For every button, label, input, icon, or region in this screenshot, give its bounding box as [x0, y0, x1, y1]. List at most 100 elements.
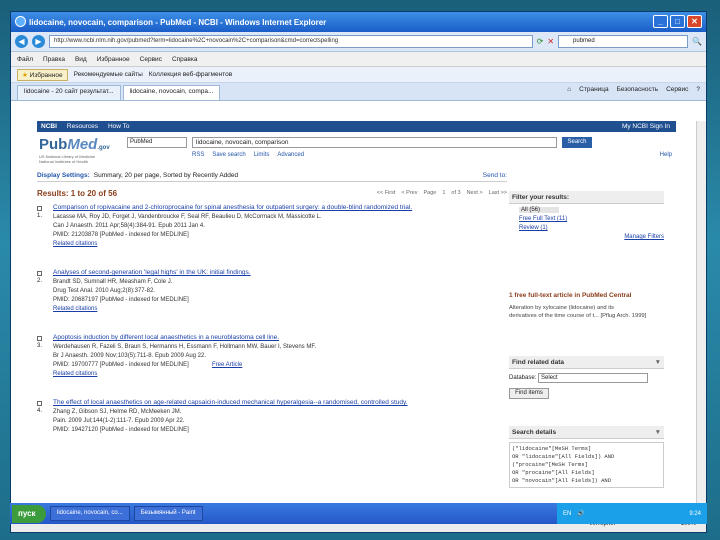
- page-number-input[interactable]: 1: [442, 190, 445, 196]
- result-title[interactable]: Apoptosis induction by different local a…: [53, 334, 279, 341]
- limits-link[interactable]: Limits: [254, 152, 270, 158]
- results-list: 1. Comparison of ropivacaine and 2-chlor…: [37, 204, 676, 464]
- collapse-icon[interactable]: ▼: [655, 356, 661, 369]
- result-item: 3. Apoptosis induction by different loca…: [37, 334, 507, 399]
- refresh-icon[interactable]: ⟳: [537, 37, 544, 46]
- fav-link-slices[interactable]: Коллекция веб-фрагментов: [149, 71, 232, 78]
- results-header: Results: 1 to 20 of 56 << First < Prev P…: [37, 182, 507, 204]
- display-settings-link[interactable]: Display Settings:: [37, 172, 90, 179]
- rss-link[interactable]: RSS: [192, 152, 204, 158]
- result-authors: Brandt SD, Sumnall HR, Measham F, Cole J…: [53, 279, 173, 285]
- result-title[interactable]: Analyses of second-generation 'legal hig…: [53, 269, 251, 276]
- related-citations-link[interactable]: Related citations: [53, 306, 97, 312]
- result-authors: Zhang Z, Gibson SJ, Helme RD, McMeeken J…: [53, 409, 182, 415]
- favorites-button[interactable]: ★ Избранное: [17, 68, 68, 81]
- window-title: lidocaine, novocain, comparison - PubMed…: [29, 17, 327, 27]
- ie-search-input[interactable]: pubmed: [558, 35, 689, 48]
- next-page-link[interactable]: Next >: [467, 190, 483, 196]
- close-button[interactable]: ✕: [687, 15, 702, 28]
- search-details-text[interactable]: ("lidocaine"[MeSH Terms] OR "lidocaine"[…: [509, 442, 664, 488]
- menu-favorites[interactable]: Избранное: [97, 56, 130, 63]
- page-label: Page: [423, 190, 437, 196]
- result-item: 4. The effect of local anaesthetics on a…: [37, 399, 507, 464]
- result-authors: Lacasse MA, Roy JD, Forget J, Vandenbrou…: [53, 214, 322, 220]
- title-bar: lidocaine, novocain, comparison - PubMed…: [11, 12, 706, 32]
- page-content: NCBI Resources How To My NCBI Sign In Pu…: [11, 121, 696, 514]
- search-button[interactable]: Search: [562, 137, 592, 148]
- last-page-link[interactable]: Last >>: [489, 190, 507, 196]
- filter-all[interactable]: All (56): [519, 207, 559, 213]
- minimize-button[interactable]: _: [653, 15, 668, 28]
- howto-menu[interactable]: How To: [108, 123, 130, 130]
- advanced-link[interactable]: Advanced: [277, 152, 304, 158]
- database-dropdown[interactable]: Select: [538, 373, 649, 383]
- result-pmid: PMID: 20687197 [PubMed - indexed for MED…: [53, 297, 189, 303]
- result-pmid: PMID: 19700777 [PubMed - indexed for MED…: [53, 362, 189, 368]
- fav-link-suggested[interactable]: Рекомендуемые сайты: [74, 71, 143, 78]
- tab-lidocaine[interactable]: lidocaine - 20 сайт результат...: [17, 85, 121, 100]
- taskbar: пуск lidocaine, novocain, co... Безымянн…: [10, 503, 707, 524]
- search-row: PubMed.gov US National Library of Medici…: [37, 132, 676, 168]
- send-to-link[interactable]: Send to:: [483, 172, 507, 179]
- tools-menu[interactable]: Сервис: [666, 86, 688, 93]
- taskbar-ie[interactable]: lidocaine, novocain, co...: [50, 506, 130, 521]
- manage-filters-link[interactable]: Manage Filters: [624, 234, 664, 240]
- tab-bar: lidocaine - 20 сайт результат... lidocai…: [11, 83, 706, 101]
- free-text-article[interactable]: Alteration by xylocaine (lidocaine) and …: [509, 304, 664, 320]
- result-journal: Br J Anaesth. 2009 Nov;103(5):711-8. Epu…: [53, 353, 206, 359]
- forward-button[interactable]: ▶: [32, 35, 45, 48]
- taskbar-paint[interactable]: Безымянный - Paint: [133, 506, 203, 521]
- filter-free-full-text[interactable]: Free Full Text (11): [519, 216, 654, 222]
- page-scrollbar[interactable]: [696, 121, 706, 514]
- help-icon[interactable]: ?: [696, 86, 700, 93]
- menu-edit[interactable]: Правка: [43, 56, 65, 63]
- result-checkbox[interactable]: [37, 271, 42, 276]
- display-settings: Display Settings: Summary, 20 per page, …: [37, 170, 507, 182]
- result-checkbox[interactable]: [37, 336, 42, 341]
- database-select[interactable]: PubMed: [127, 137, 187, 148]
- volume-icon[interactable]: 🔊: [577, 510, 584, 517]
- ncbi-logo[interactable]: NCBI: [41, 123, 57, 130]
- prev-page-link[interactable]: < Prev: [401, 190, 417, 196]
- safety-menu[interactable]: Безопасность: [617, 86, 658, 93]
- find-items-button[interactable]: Find items: [509, 388, 549, 399]
- pubmed-logo[interactable]: PubMed.gov: [39, 136, 110, 153]
- start-button[interactable]: пуск: [12, 504, 46, 523]
- menu-help[interactable]: Справка: [172, 56, 198, 63]
- tab-lidocaine-novocain[interactable]: lidocaine, novocain, compa...: [122, 85, 221, 100]
- page-menu[interactable]: Страница: [579, 86, 608, 93]
- search-term-input[interactable]: lidocaine, novocain, comparison: [192, 137, 557, 148]
- free-article-link[interactable]: Free Article: [212, 362, 242, 368]
- save-search-link[interactable]: Save search: [212, 152, 245, 158]
- related-citations-link[interactable]: Related citations: [53, 371, 97, 377]
- result-item: 1. Comparison of ropivacaine and 2-chlor…: [37, 204, 507, 269]
- result-checkbox[interactable]: [37, 206, 42, 211]
- result-title[interactable]: The effect of local anaesthetics on age-…: [53, 399, 408, 406]
- stop-icon[interactable]: ✕: [547, 37, 554, 46]
- resources-menu[interactable]: Resources: [67, 123, 98, 130]
- search-icon[interactable]: 🔍: [692, 37, 702, 46]
- result-pmid: PMID: 21203878 [PubMed - indexed for MED…: [53, 232, 189, 238]
- menu-tools[interactable]: Сервис: [140, 56, 162, 63]
- collapse-icon[interactable]: ▼: [655, 426, 661, 439]
- first-page-link[interactable]: << First: [377, 190, 396, 196]
- maximize-button[interactable]: □: [670, 15, 685, 28]
- free-text-box: 1 free full-text article in PubMed Centr…: [509, 291, 664, 320]
- home-icon[interactable]: ⌂: [567, 86, 571, 93]
- result-authors: Werdehausen R, Fazeli S, Braun S, Herman…: [53, 344, 316, 350]
- menu-view[interactable]: Вид: [75, 56, 87, 63]
- back-button[interactable]: ◀: [15, 35, 28, 48]
- filter-title: Filter your results:: [509, 191, 664, 204]
- address-input[interactable]: http://www.ncbi.nlm.nih.gov/pubmed?term=…: [49, 35, 533, 48]
- result-title[interactable]: Comparison of ropivacaine and 2-chloropr…: [53, 204, 412, 211]
- signin-link[interactable]: My NCBI Sign In: [622, 123, 670, 130]
- favorites-bar: ★ Избранное Рекомендуемые сайты Коллекци…: [11, 67, 706, 83]
- result-checkbox[interactable]: [37, 401, 42, 406]
- database-label: Database:: [509, 375, 537, 381]
- language-indicator[interactable]: EN: [563, 511, 571, 517]
- menu-file[interactable]: Файл: [17, 56, 33, 63]
- help-link[interactable]: Help: [660, 152, 672, 158]
- related-citations-link[interactable]: Related citations: [53, 241, 97, 247]
- filter-review[interactable]: Review (1): [519, 225, 654, 231]
- related-data-title: Find related data ▼: [509, 356, 664, 369]
